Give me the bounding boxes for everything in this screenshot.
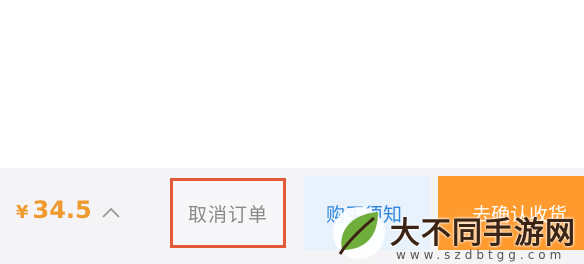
watermark-url: www.szdbtgg.com xyxy=(396,248,566,262)
price-amount: 34.5 xyxy=(32,196,92,224)
currency-symbol: ¥ xyxy=(16,202,29,223)
watermark-title: 大不同手游网 xyxy=(390,216,576,251)
chevron-up-icon[interactable] xyxy=(100,202,122,224)
watermark: 大不同手游网 www.szdbtgg.com xyxy=(330,204,584,264)
cancel-order-label: 取消订单 xyxy=(187,203,268,226)
order-content-area xyxy=(0,0,584,168)
order-price: ¥ 34.5 xyxy=(16,196,92,236)
leaf-logo-icon xyxy=(333,207,385,259)
cancel-order-button[interactable]: 取消订单 xyxy=(170,178,286,248)
